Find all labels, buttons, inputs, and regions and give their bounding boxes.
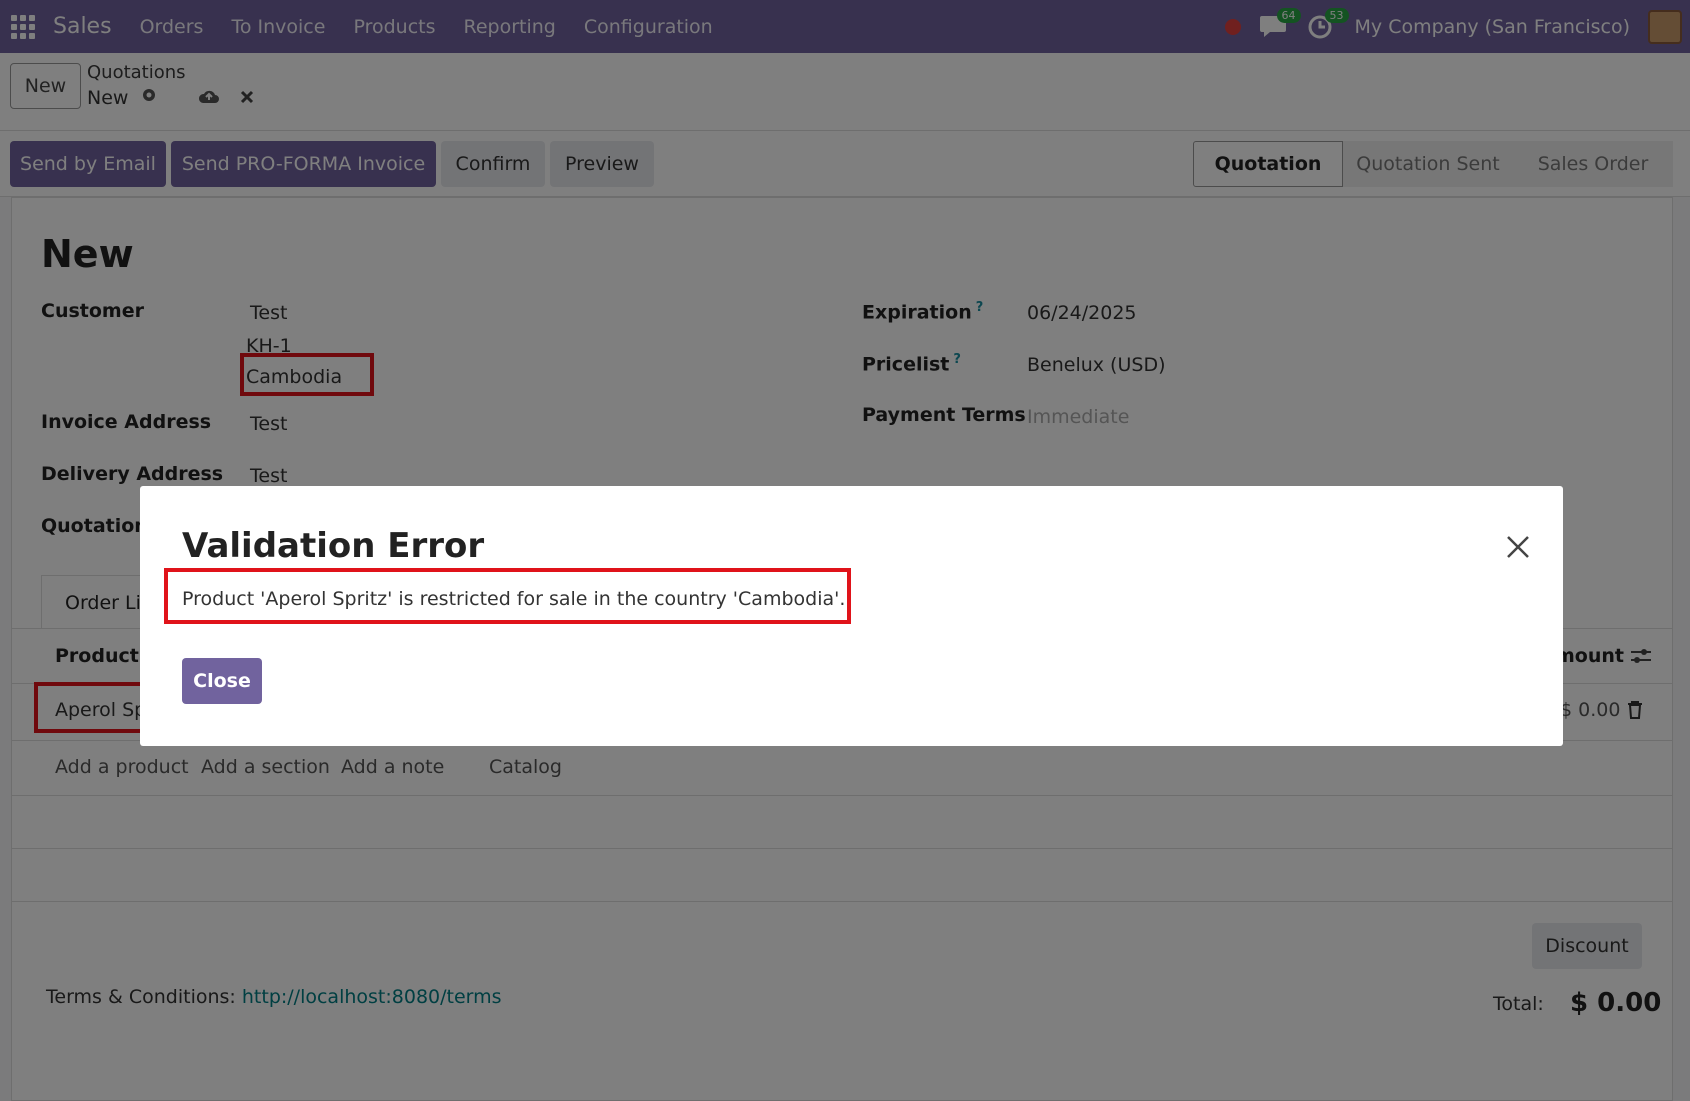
- close-icon[interactable]: [1505, 534, 1531, 560]
- highlight-message-box: [164, 568, 851, 624]
- validation-error-dialog: Validation Error Product 'Aperol Spritz'…: [140, 486, 1563, 746]
- close-button[interactable]: Close: [182, 658, 262, 704]
- dialog-title: Validation Error: [182, 526, 485, 566]
